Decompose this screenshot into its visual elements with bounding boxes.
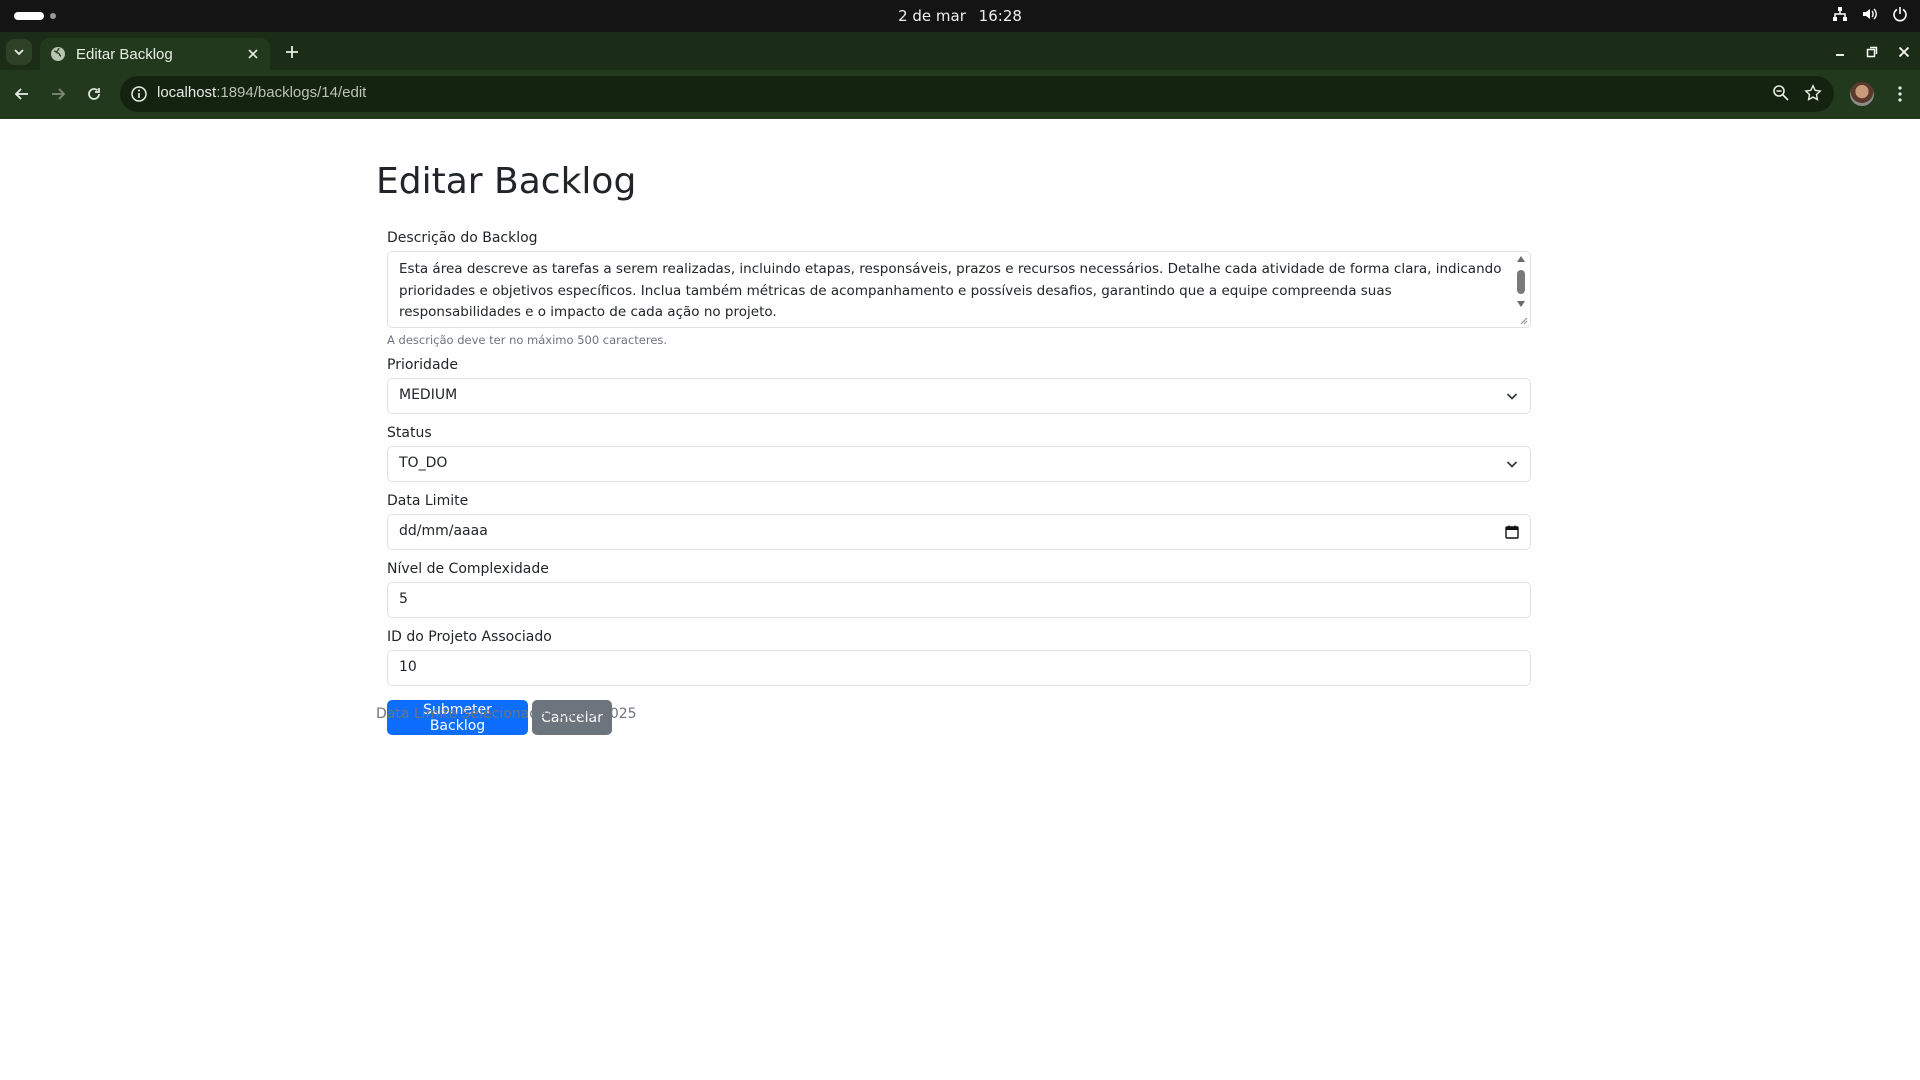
power-icon[interactable]: [1892, 6, 1908, 22]
kebab-menu-icon: [1898, 86, 1902, 102]
close-window-button[interactable]: [1888, 38, 1920, 66]
chevron-down-icon: [14, 49, 24, 56]
priority-select[interactable]: MEDIUM: [387, 378, 1531, 414]
back-icon: [14, 88, 28, 100]
status-select[interactable]: TO_DO: [387, 446, 1531, 482]
description-text: Esta área descreve as tarefas a serem re…: [399, 261, 1502, 320]
chevron-down-icon: [1506, 461, 1518, 468]
project-id-value: 10: [399, 659, 417, 675]
backlog-form: Descrição do Backlog Esta área descreve …: [387, 227, 1531, 735]
restore-icon: [1866, 46, 1878, 58]
window-controls: [1824, 38, 1920, 66]
complexity-input[interactable]: 5: [387, 582, 1531, 618]
profile-avatar[interactable]: [1850, 82, 1874, 106]
tab-title: Editar Backlog: [76, 45, 173, 63]
due-date-label: Data Limite: [387, 493, 469, 509]
priority-value: MEDIUM: [399, 387, 458, 403]
reload-icon: [88, 88, 100, 100]
zoom-icon[interactable]: [1772, 84, 1790, 102]
volume-icon[interactable]: [1862, 6, 1878, 22]
clock[interactable]: 2 de mar 16:28: [0, 7, 1920, 25]
chevron-down-icon: [1506, 393, 1518, 400]
scroll-up-arrow[interactable]: [1517, 256, 1525, 262]
calendar-icon[interactable]: [1504, 524, 1520, 540]
status-value: TO_DO: [399, 455, 448, 471]
star-icon[interactable]: [1804, 84, 1822, 102]
system-tray[interactable]: [1832, 6, 1908, 22]
address-bar[interactable]: localhost:1894/backlogs/14/edit: [120, 76, 1834, 112]
url-host: localhost: [157, 84, 217, 101]
description-textarea[interactable]: Esta área descreve as tarefas a serem re…: [387, 251, 1531, 328]
address-bar-actions: [1772, 84, 1822, 102]
page-title: Editar Backlog: [376, 161, 637, 202]
project-id-label: ID do Projeto Associado: [387, 629, 552, 645]
globe-icon: [51, 47, 65, 61]
resize-handle-icon[interactable]: [1518, 315, 1528, 325]
priority-label: Prioridade: [387, 357, 459, 373]
status-label: Status: [387, 425, 432, 441]
reload-button[interactable]: [82, 82, 106, 106]
due-date-value: dd/mm/aaaa: [399, 523, 488, 539]
description-help-text: A descrição deve ter no máximo 500 carac…: [387, 333, 668, 347]
tab-editar-backlog[interactable]: Editar Backlog: [40, 38, 270, 70]
browser-toolbar: localhost:1894/backlogs/14/edit: [0, 70, 1920, 119]
complexity-value: 5: [399, 591, 408, 607]
url-text: localhost:1894/backlogs/14/edit: [157, 84, 366, 101]
minimize-icon: [1836, 54, 1844, 56]
os-top-bar: 2 de mar 16:28: [0, 0, 1920, 32]
browser-tab-strip: Editar Backlog: [0, 32, 1920, 70]
due-date-input[interactable]: dd/mm/aaaa: [387, 514, 1531, 550]
textarea-scrollbar[interactable]: [1516, 256, 1526, 312]
scroll-down-arrow[interactable]: [1517, 301, 1525, 307]
clock-time: 16:28: [978, 7, 1022, 25]
clock-date: 2 de mar: [898, 7, 966, 25]
close-icon: [1898, 46, 1910, 58]
selected-date-text: Data Limite Selecionada: 10/09/2025: [376, 706, 637, 722]
url-path: :1894/backlogs/14/edit: [216, 84, 367, 101]
tab-search-button[interactable]: [6, 39, 32, 65]
network-icon[interactable]: [1832, 6, 1848, 22]
new-tab-button[interactable]: [280, 40, 304, 64]
project-id-input[interactable]: 10: [387, 650, 1531, 686]
forward-button[interactable]: [46, 82, 70, 106]
restore-button[interactable]: [1856, 38, 1888, 66]
info-icon[interactable]: [130, 85, 148, 103]
back-button[interactable]: [10, 82, 34, 106]
plus-icon: [286, 46, 298, 58]
close-icon[interactable]: [242, 43, 264, 65]
browser-menu-button[interactable]: [1888, 82, 1912, 106]
description-label: Descrição do Backlog: [387, 230, 538, 246]
forward-icon: [52, 88, 66, 100]
complexity-label: Nível de Complexidade: [387, 561, 549, 577]
scroll-thumb[interactable]: [1517, 270, 1525, 294]
web-page: Editar Backlog Descrição do Backlog Esta…: [0, 119, 1920, 1080]
minimize-button[interactable]: [1824, 38, 1856, 66]
